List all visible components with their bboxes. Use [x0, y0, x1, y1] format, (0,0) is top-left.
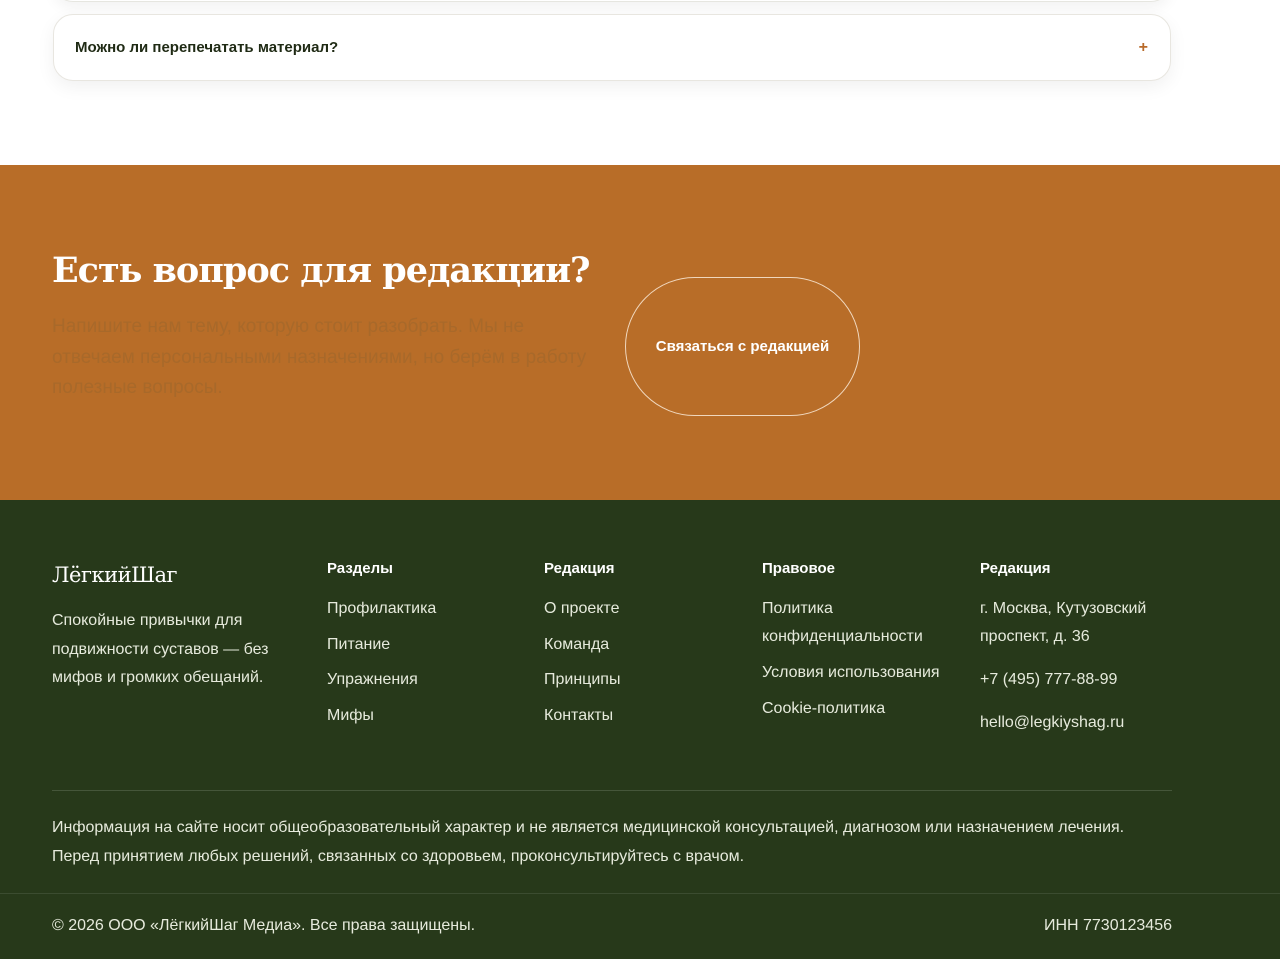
footer-logo[interactable]: ЛёгкийШаг [52, 563, 178, 587]
faq-item-previous[interactable] [53, 0, 1171, 2]
footer-link-principles[interactable]: Принципы [544, 666, 620, 694]
footer-link-privacy[interactable]: Политика конфиденциальности [762, 595, 952, 651]
footer-divider [52, 790, 1172, 791]
footer-address: г. Москва, Кутузовский проспект, д. 36 [980, 600, 1147, 645]
cta-text: Напишите нам тему, которую стоит разобра… [52, 316, 587, 398]
footer-link-exercises[interactable]: Упражнения [327, 666, 436, 694]
footer-column-sections: Разделы Профилактика Питание Упражнения … [327, 560, 436, 737]
footer-column-legal: Правовое Политика конфиденциальности Усл… [762, 560, 952, 731]
footer-description: Спокойные привычки для подвижности суста… [52, 612, 269, 686]
footer-link-nutrition[interactable]: Питание [327, 631, 436, 659]
footer-column-title: Правовое [762, 560, 836, 577]
footer-link-prevention[interactable]: Профилактика [327, 595, 436, 623]
faq-question: Можно ли перепечатать материал? [75, 39, 339, 56]
footer-link-cookie[interactable]: Cookie-политика [762, 695, 952, 723]
footer-column-title: Редакция [980, 560, 1051, 577]
footer-bottom-divider [0, 893, 1280, 894]
footer-disclaimer: Информация на сайте носит общеобразовате… [52, 819, 1125, 865]
footer-column-editorial: Редакция О проекте Команда Принципы Конт… [544, 560, 620, 737]
footer-email-link[interactable]: hello@legkiyshag.ru [980, 709, 1180, 737]
footer-phone-link[interactable]: +7 (495) 777-88-99 [980, 666, 1180, 694]
footer-column-title: Редакция [544, 560, 615, 577]
contact-editors-button[interactable]: Связаться с редакцией [625, 277, 860, 416]
footer-link-team[interactable]: Команда [544, 631, 620, 659]
footer-inn: ИНН 7730123456 [1043, 917, 1172, 934]
footer-link-about[interactable]: О проекте [544, 595, 620, 623]
footer-column-contacts: Редакция г. Москва, Кутузовский проспект… [980, 560, 1180, 752]
plus-icon[interactable]: + [1139, 39, 1148, 56]
footer-link-myths[interactable]: Мифы [327, 702, 436, 730]
cta-title: Есть вопрос для редакции? [52, 250, 591, 291]
faq-item[interactable]: Можно ли перепечатать материал? + [53, 14, 1171, 81]
footer-copyright: © 2026 ООО «ЛёгкийШаг Медиа». Все права … [52, 917, 476, 934]
footer-link-terms[interactable]: Условия использования [762, 659, 952, 687]
footer-column-title: Разделы [327, 560, 393, 577]
footer-link-contacts[interactable]: Контакты [544, 702, 620, 730]
